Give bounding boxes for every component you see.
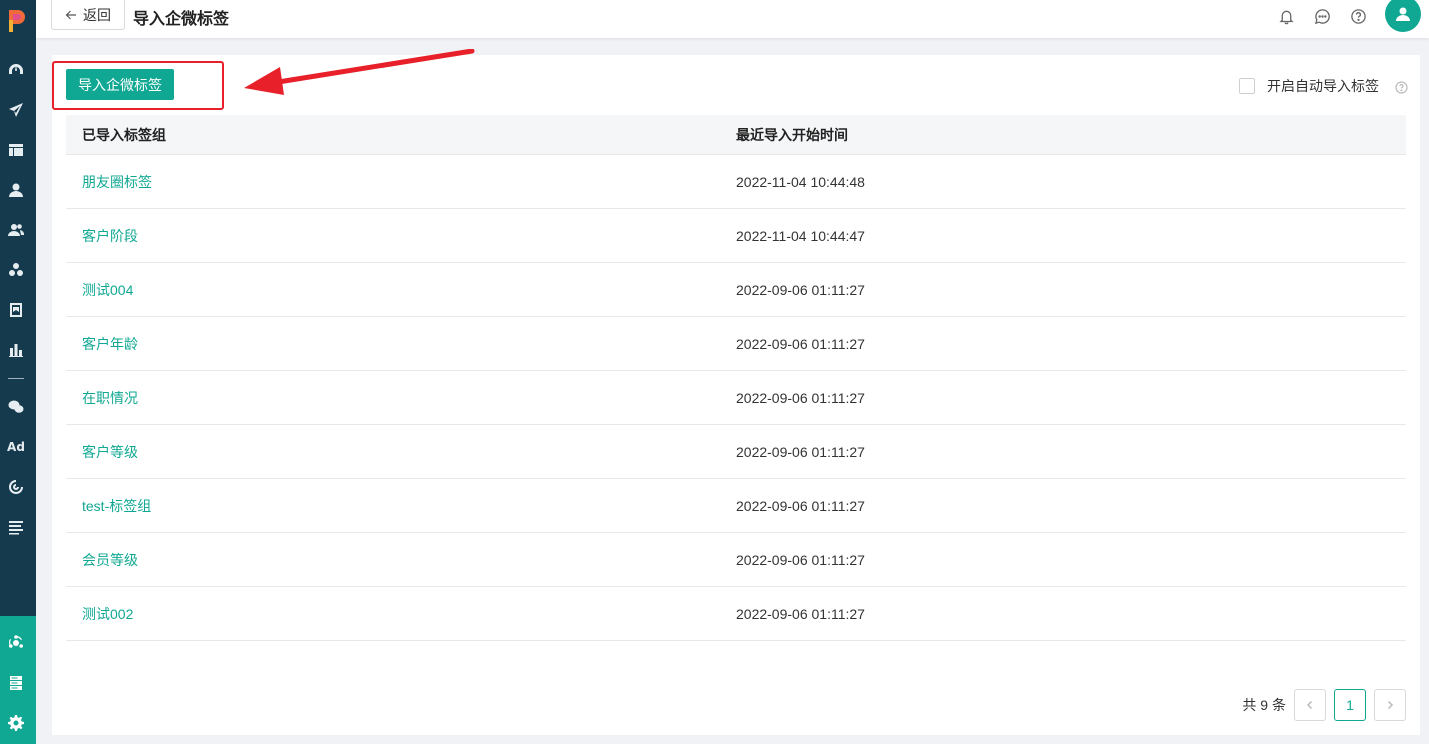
chat-icon[interactable] bbox=[1313, 7, 1331, 25]
auto-import-checkbox[interactable] bbox=[1239, 78, 1255, 94]
sidebar-bottom-zone bbox=[0, 616, 36, 744]
user-icon[interactable] bbox=[7, 181, 25, 199]
pagination-total: 共 9 条 bbox=[1242, 697, 1286, 713]
table-row: 测试002 2022-09-06 01:11:27 bbox=[66, 587, 1406, 641]
import-time: 2022-09-06 01:11:27 bbox=[736, 605, 865, 622]
layout-icon[interactable] bbox=[7, 141, 25, 159]
help-icon[interactable] bbox=[1349, 7, 1367, 25]
table-row: 测试004 2022-09-06 01:11:27 bbox=[66, 263, 1406, 317]
next-page-button[interactable] bbox=[1374, 689, 1406, 721]
imported-tag-groups-table: 已导入标签组 最近导入开始时间 朋友圈标签 2022-11-04 10:44:4… bbox=[66, 115, 1406, 641]
table-row: 在职情况 2022-09-06 01:11:27 bbox=[66, 371, 1406, 425]
table-row: 客户阶段 2022-11-04 10:44:47 bbox=[66, 209, 1406, 263]
back-button[interactable]: 返回 bbox=[51, 0, 125, 30]
table-row: 客户等级 2022-09-06 01:11:27 bbox=[66, 425, 1406, 479]
auto-import-option: 开启自动导入标签 bbox=[1239, 76, 1408, 96]
column-header-import-time: 最近导入开始时间 bbox=[736, 126, 848, 143]
question-circle-icon[interactable] bbox=[1395, 81, 1408, 94]
app-center-icon[interactable] bbox=[7, 634, 25, 652]
import-time: 2022-11-04 10:44:48 bbox=[736, 173, 865, 190]
auto-import-label: 开启自动导入标签 bbox=[1267, 78, 1379, 94]
chevron-right-icon bbox=[1387, 700, 1394, 710]
import-time: 2022-09-06 01:11:27 bbox=[736, 335, 865, 352]
page-number-button[interactable]: 1 bbox=[1334, 689, 1366, 721]
import-time: 2022-09-06 01:11:27 bbox=[736, 443, 865, 460]
top-header: 返回 导入企微标签 bbox=[36, 0, 1429, 38]
avatar-person-icon bbox=[1396, 7, 1410, 21]
tag-group-link[interactable]: 客户等级 bbox=[82, 444, 138, 460]
bar-chart-icon[interactable] bbox=[7, 341, 25, 359]
users-icon[interactable] bbox=[7, 221, 25, 239]
user-avatar[interactable] bbox=[1385, 0, 1421, 32]
tag-group-link[interactable]: 会员等级 bbox=[82, 552, 138, 568]
ad-label: Ad bbox=[7, 440, 25, 454]
prev-page-button[interactable] bbox=[1294, 689, 1326, 721]
list-icon[interactable] bbox=[7, 518, 25, 536]
import-time: 2022-09-06 01:11:27 bbox=[736, 389, 865, 406]
annotation-arrow-icon bbox=[244, 49, 475, 95]
page-title: 导入企微标签 bbox=[133, 11, 230, 28]
cluster-icon[interactable] bbox=[7, 261, 25, 279]
sidebar: Ad bbox=[0, 0, 36, 744]
send-icon[interactable] bbox=[7, 101, 25, 119]
table-row: 朋友圈标签 2022-11-04 10:44:48 bbox=[66, 155, 1406, 209]
import-time: 2022-09-06 01:11:27 bbox=[736, 551, 865, 568]
ad-icon[interactable]: Ad bbox=[7, 438, 25, 456]
tag-group-link[interactable]: 测试002 bbox=[82, 606, 133, 622]
dashboard-icon[interactable] bbox=[7, 61, 25, 79]
main-card: 导入企微标签 开启自动导入标签 已导入标签组 最近导入开始时间 朋友圈标签 20… bbox=[52, 49, 1420, 735]
tag-group-link[interactable]: test-标签组 bbox=[82, 498, 151, 514]
column-header-tag-group: 已导入标签组 bbox=[82, 126, 166, 143]
sidebar-divider bbox=[8, 378, 24, 379]
bell-icon[interactable] bbox=[1277, 7, 1295, 25]
wechat-icon[interactable] bbox=[7, 398, 25, 416]
tag-group-link[interactable]: 朋友圈标签 bbox=[82, 174, 152, 190]
table-row: 客户年龄 2022-09-06 01:11:27 bbox=[66, 317, 1406, 371]
tag-book-icon[interactable] bbox=[7, 301, 25, 319]
import-time: 2022-11-04 10:44:47 bbox=[736, 227, 865, 244]
arrow-left-icon bbox=[65, 10, 76, 19]
import-time: 2022-09-06 01:11:27 bbox=[736, 281, 865, 298]
pagination: 共 9 条 1 bbox=[1242, 689, 1406, 721]
tag-group-link[interactable]: 客户年龄 bbox=[82, 336, 138, 352]
table-header: 已导入标签组 最近导入开始时间 bbox=[66, 115, 1406, 155]
tag-group-link[interactable]: 测试004 bbox=[82, 282, 133, 298]
loop-icon[interactable] bbox=[7, 478, 25, 496]
server-icon[interactable] bbox=[7, 674, 25, 692]
table-row: test-标签组 2022-09-06 01:11:27 bbox=[66, 479, 1406, 533]
chevron-left-icon bbox=[1306, 700, 1313, 710]
tag-group-link[interactable]: 在职情况 bbox=[82, 390, 138, 406]
back-button-label: 返回 bbox=[83, 6, 111, 23]
import-wecom-tags-button[interactable]: 导入企微标签 bbox=[66, 69, 174, 100]
tag-group-link[interactable]: 客户阶段 bbox=[82, 228, 138, 244]
app-logo[interactable] bbox=[6, 8, 28, 34]
import-time: 2022-09-06 01:11:27 bbox=[736, 497, 865, 514]
table-row: 会员等级 2022-09-06 01:11:27 bbox=[66, 533, 1406, 587]
settings-icon[interactable] bbox=[7, 714, 25, 732]
